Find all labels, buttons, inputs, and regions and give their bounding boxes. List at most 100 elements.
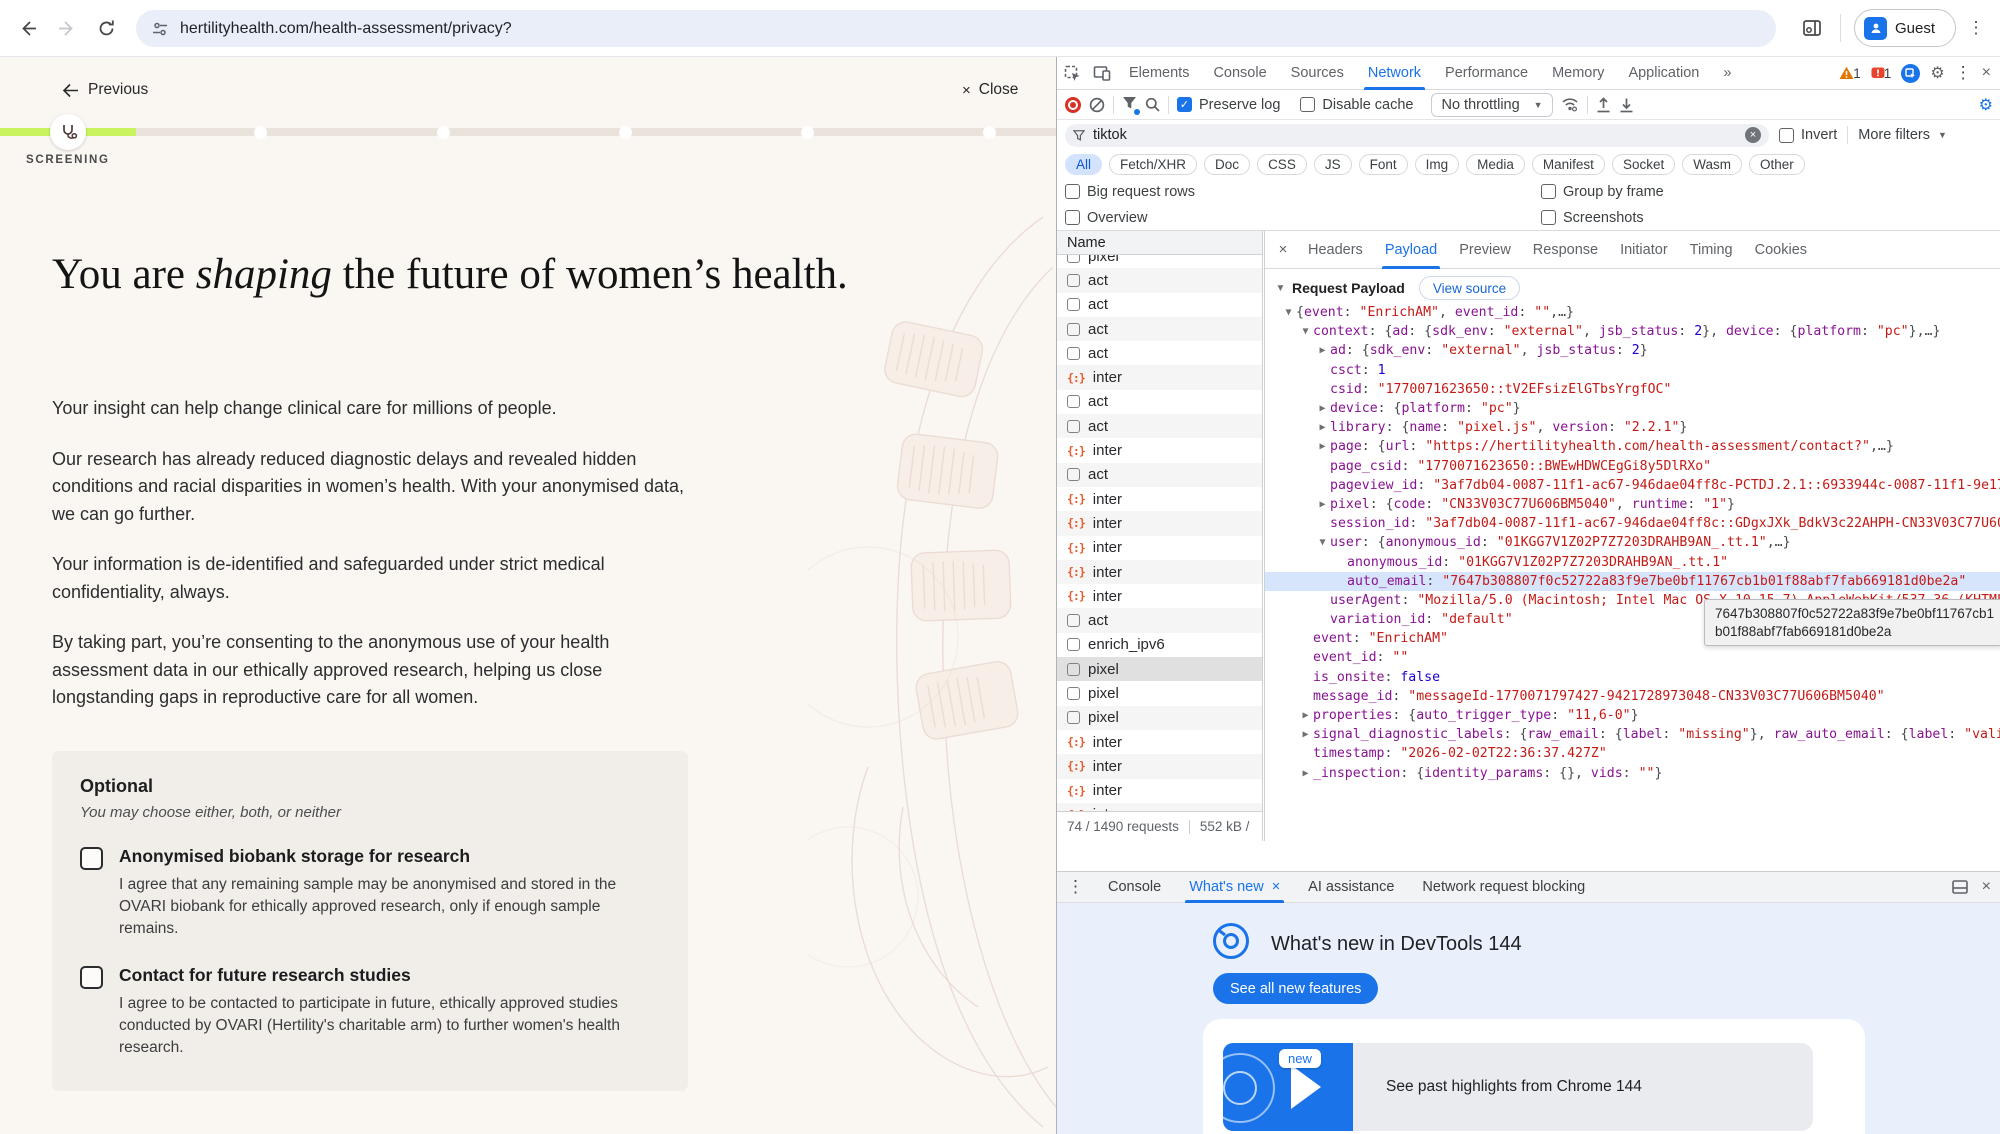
devtools-menu-button[interactable]: ⋮ xyxy=(1955,63,1972,83)
triangle-right-icon[interactable]: ▶ xyxy=(1298,729,1313,740)
payload-line[interactable]: session_id: "3af7db04-0087-11f1-ac67-946… xyxy=(1265,514,2000,533)
table-row[interactable]: {:}inter xyxy=(1057,487,1262,511)
forward-button[interactable] xyxy=(52,14,80,42)
table-row[interactable]: {:}inter xyxy=(1057,560,1262,584)
consent-checkbox[interactable] xyxy=(80,966,103,989)
table-row[interactable]: act xyxy=(1057,414,1262,438)
payload-line[interactable]: ▼user: {anonymous_id: "01KGG7V1Z02P7Z720… xyxy=(1265,533,2000,552)
clear-button[interactable] xyxy=(1089,97,1105,113)
detail-tab-preview[interactable]: Preview xyxy=(1448,231,1522,269)
close-assessment-button[interactable]: × Close xyxy=(962,81,1018,99)
big-request-rows-checkbox[interactable]: Big request rows xyxy=(1065,184,1195,200)
tab-performance[interactable]: Performance xyxy=(1433,57,1540,90)
payload-line[interactable]: ▶device: {platform: "pc"} xyxy=(1265,399,2000,418)
chip-doc[interactable]: Doc xyxy=(1204,154,1250,175)
payload-line[interactable]: ▶signal_diagnostic_labels: {raw_email: {… xyxy=(1265,725,2000,744)
table-row[interactable]: act xyxy=(1057,390,1262,414)
chip-wasm[interactable]: Wasm xyxy=(1682,154,1742,175)
triangle-right-icon[interactable]: ▶ xyxy=(1315,345,1330,356)
payload-line[interactable]: ▶properties: {auto_trigger_type: "11,6-0… xyxy=(1265,706,2000,725)
table-row[interactable]: {:}inter xyxy=(1057,754,1262,778)
table-row[interactable]: {:}inter xyxy=(1057,536,1262,560)
table-row[interactable]: act xyxy=(1057,293,1262,317)
tab-console[interactable]: Console xyxy=(1201,57,1278,90)
payload-line[interactable]: ▶ad: {sdk_env: "external", jsb_status: 2… xyxy=(1265,341,2000,360)
chip-css[interactable]: CSS xyxy=(1257,154,1307,175)
highlights-link[interactable]: See past highlights from Chrome 144 xyxy=(1353,1043,1813,1131)
payload-line[interactable]: message_id: "messageId-1770071797427-942… xyxy=(1265,687,2000,706)
triangle-down-icon[interactable]: ▼ xyxy=(1315,537,1330,548)
payload-line[interactable]: ▶library: {name: "pixel.js", version: "2… xyxy=(1265,418,2000,437)
payload-line[interactable]: ▶pixel: {code: "CN33V03C77U606BM5040", r… xyxy=(1265,495,2000,514)
chip-media[interactable]: Media xyxy=(1466,154,1525,175)
chip-other[interactable]: Other xyxy=(1749,154,1805,175)
dock-drawer-icon[interactable] xyxy=(1952,880,1968,894)
tab-memory[interactable]: Memory xyxy=(1540,57,1616,90)
group-by-frame-checkbox[interactable]: Group by frame xyxy=(1541,184,1664,200)
payload-line[interactable]: csid: "1770071623650::tV2EFsizElGTbsYrgf… xyxy=(1265,380,2000,399)
chip-fetchxhr[interactable]: Fetch/XHR xyxy=(1109,154,1197,175)
table-row[interactable]: {:}inter xyxy=(1057,365,1262,389)
devtools-close-button[interactable]: × xyxy=(1982,64,1991,82)
device-toolbar-button[interactable] xyxy=(1087,60,1117,86)
consent-checkbox[interactable] xyxy=(80,847,103,870)
drawer-menu-button[interactable]: ⋮ xyxy=(1067,877,1084,897)
preserve-log-checkbox[interactable]: ✓Preserve log xyxy=(1177,97,1280,113)
payload-line[interactable]: auto_email: "7647b308807f0c52722a83f9e7b… xyxy=(1265,572,2000,591)
triangle-right-icon[interactable]: ▶ xyxy=(1298,768,1313,779)
table-row[interactable]: pixel xyxy=(1057,255,1262,268)
drawer-tab-ai-assistance[interactable]: AI assistance xyxy=(1294,871,1408,903)
profile-button[interactable]: Guest xyxy=(1854,9,1956,47)
detail-tab-response[interactable]: Response xyxy=(1522,231,1609,269)
table-row[interactable]: {:}inter xyxy=(1057,730,1262,754)
table-row[interactable]: pixel xyxy=(1057,706,1262,730)
payload-line[interactable]: is_onsite: false xyxy=(1265,668,2000,687)
table-row[interactable]: act xyxy=(1057,463,1262,487)
payload-line[interactable]: page_csid: "1770071623650::BWEwHDWCEgGi8… xyxy=(1265,457,2000,476)
export-har-button[interactable] xyxy=(1619,97,1634,113)
triangle-down-icon[interactable]: ▼ xyxy=(1281,307,1296,318)
browser-menu-button[interactable]: ⋮ xyxy=(1962,14,1990,42)
payload-line[interactable]: timestamp: "2026-02-02T22:36:37.427Z" xyxy=(1265,744,2000,763)
payload-line[interactable]: ▶page: {url: "https://hertilityhealth.co… xyxy=(1265,437,2000,456)
close-detail-button[interactable]: × xyxy=(1269,241,1297,258)
record-button[interactable] xyxy=(1065,97,1081,113)
chip-manifest[interactable]: Manifest xyxy=(1532,154,1605,175)
payload-line[interactable]: ▼{event: "EnrichAM", event_id: "",…} xyxy=(1265,303,2000,322)
table-row[interactable]: {:}inter xyxy=(1057,438,1262,462)
table-row[interactable]: act xyxy=(1057,608,1262,632)
table-row[interactable]: enrich_ipv6 xyxy=(1057,633,1262,657)
tab-elements[interactable]: Elements xyxy=(1117,57,1201,90)
warnings-counter[interactable]: 1 xyxy=(1839,66,1861,81)
payload-line[interactable]: pageview_id: "3af7db04-0087-11f1-ac67-94… xyxy=(1265,476,2000,495)
request-payload-title[interactable]: ▼Request Payload xyxy=(1273,280,1405,296)
chip-font[interactable]: Font xyxy=(1359,154,1408,175)
tab-sources[interactable]: Sources xyxy=(1279,57,1356,90)
close-drawer-button[interactable]: × xyxy=(1982,878,1991,896)
chip-img[interactable]: Img xyxy=(1415,154,1460,175)
search-button[interactable] xyxy=(1145,97,1160,112)
triangle-right-icon[interactable]: ▶ xyxy=(1315,422,1330,433)
payload-line[interactable]: ▶_inspection: {identity_params: {}, vids… xyxy=(1265,764,2000,783)
clear-filter-button[interactable]: × xyxy=(1745,127,1761,143)
ai-assistance-button[interactable] xyxy=(1901,64,1920,83)
triangle-right-icon[interactable]: ▶ xyxy=(1315,441,1330,452)
tab-network[interactable]: Network xyxy=(1356,57,1433,90)
side-panel-button[interactable] xyxy=(1798,14,1826,42)
triangle-right-icon[interactable]: ▶ xyxy=(1315,403,1330,414)
detail-tab-initiator[interactable]: Initiator xyxy=(1609,231,1679,269)
triangle-down-icon[interactable]: ▼ xyxy=(1298,326,1313,337)
more-tabs-button[interactable]: » xyxy=(1711,57,1743,90)
table-row[interactable]: pixel xyxy=(1057,657,1262,681)
tab-application[interactable]: Application xyxy=(1616,57,1711,90)
drawer-tab-console[interactable]: Console xyxy=(1094,871,1175,903)
close-tab-icon[interactable]: × xyxy=(1272,879,1280,895)
previous-button[interactable]: Previous xyxy=(62,81,148,99)
table-row[interactable]: {:}inter xyxy=(1057,584,1262,608)
table-row[interactable]: {:}inter xyxy=(1057,779,1262,803)
overview-checkbox[interactable]: Overview xyxy=(1065,210,1147,226)
filter-toggle-button[interactable] xyxy=(1122,96,1137,113)
table-row[interactable]: act xyxy=(1057,341,1262,365)
network-settings-gear-icon[interactable]: ⚙ xyxy=(1979,95,1993,115)
address-bar[interactable]: hertilityhealth.com/health-assessment/pr… xyxy=(136,10,1776,47)
